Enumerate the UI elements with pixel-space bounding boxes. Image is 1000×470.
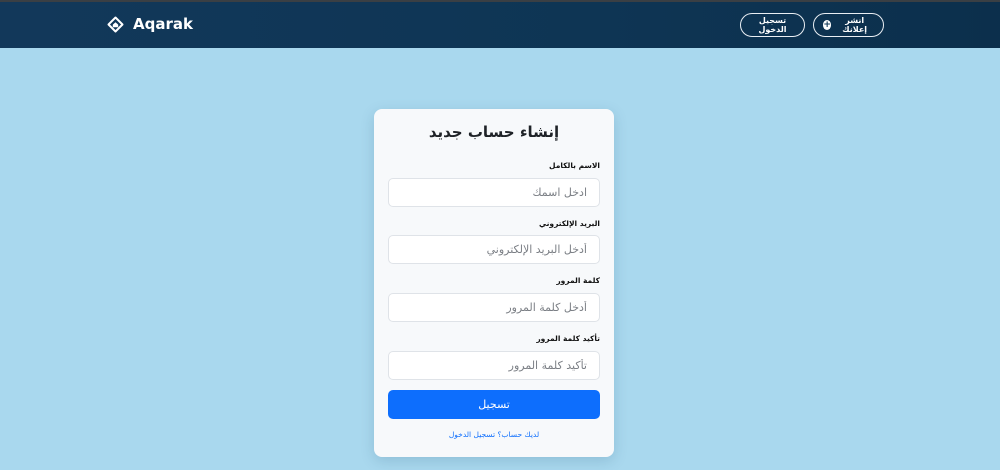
login-button-label: تسجيل الدخول <box>758 16 787 34</box>
plus-circle-icon: + <box>823 20 832 30</box>
login-link[interactable]: لديك حساب؟ تسجيل الدخول <box>374 430 614 439</box>
confirm-password-label: تأكيد كلمة المرور <box>536 334 600 343</box>
password-label: كلمة المرور <box>556 276 600 285</box>
login-button[interactable]: تسجيل الدخول <box>740 13 805 37</box>
nav-actions: تسجيل الدخول + انشر إعلانك <box>740 13 884 37</box>
register-card: إنشاء حساب جديد الاسم بالكامل البريد الإ… <box>374 109 614 457</box>
home-diamond-icon <box>107 16 124 33</box>
email-input[interactable] <box>388 235 600 264</box>
brand-logo[interactable]: Aqarak <box>107 15 193 33</box>
post-ad-button-label: انشر إعلانك <box>842 16 868 34</box>
full-name-label: الاسم بالكامل <box>549 161 600 170</box>
confirm-password-input[interactable] <box>388 351 600 380</box>
full-name-input[interactable] <box>388 178 600 207</box>
navbar: Aqarak تسجيل الدخول + انشر إعلانك <box>0 2 1000 48</box>
email-label: البريد الإلكتروني <box>539 219 600 228</box>
post-ad-button[interactable]: + انشر إعلانك <box>813 13 884 37</box>
password-input[interactable] <box>388 293 600 322</box>
brand-name: Aqarak <box>133 15 193 33</box>
form-title: إنشاء حساب جديد <box>428 123 560 141</box>
register-submit-button[interactable]: تسجيل <box>388 390 600 419</box>
